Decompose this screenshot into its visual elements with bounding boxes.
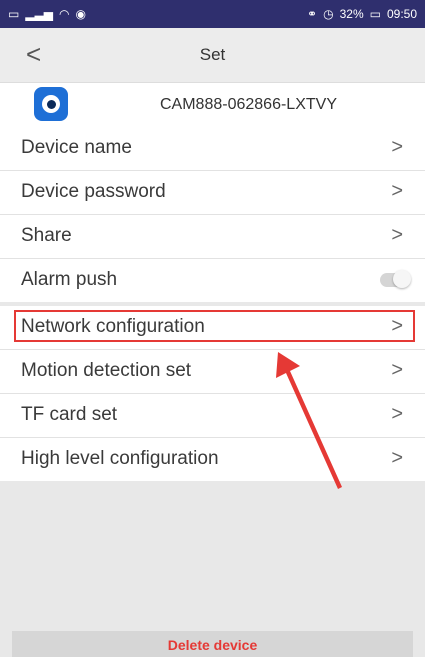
delete-device-bar[interactable]: Delete device	[12, 631, 413, 657]
delete-device-button[interactable]: Delete device	[12, 637, 413, 653]
annotation-arrow-icon	[276, 352, 342, 489]
